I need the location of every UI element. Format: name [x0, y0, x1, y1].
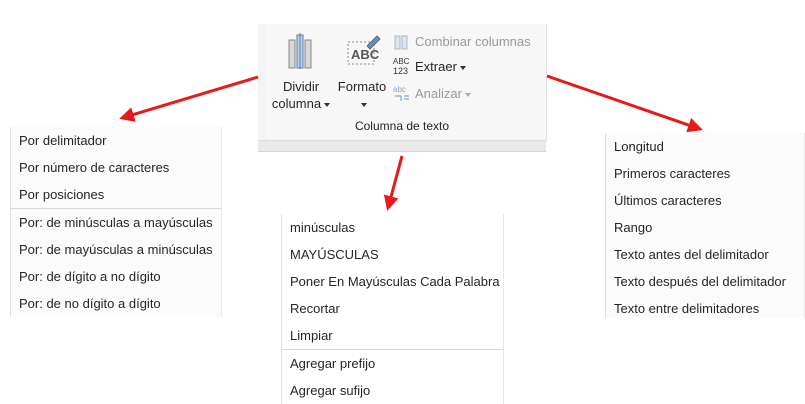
arrow-to-extract-menu	[546, 74, 703, 133]
annotation-arrows	[119, 74, 703, 211]
arrow-to-format-menu	[383, 155, 404, 211]
arrow-to-split-menu	[119, 75, 259, 122]
